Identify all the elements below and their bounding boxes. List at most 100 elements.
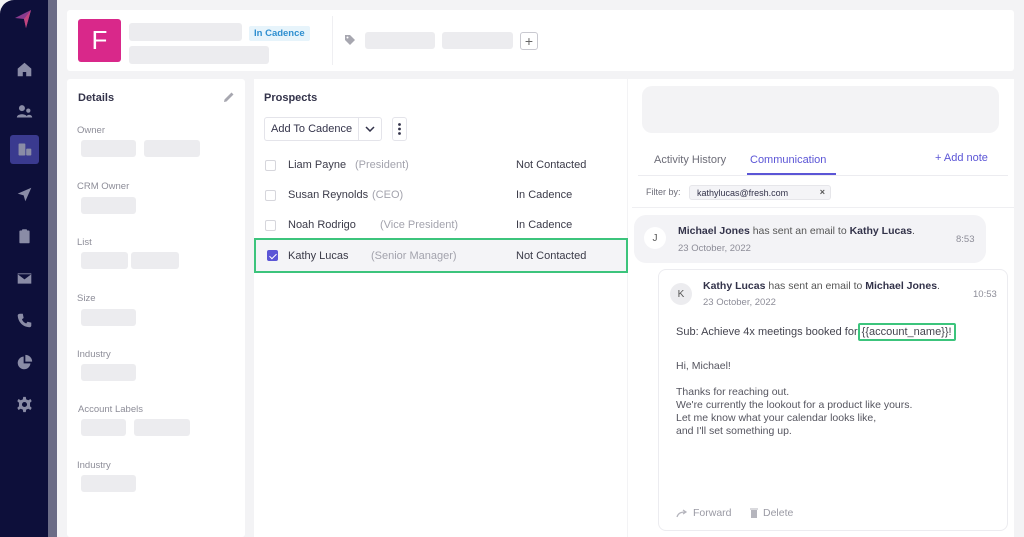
settings-icon[interactable] (10, 390, 39, 419)
account-avatar: F (78, 19, 121, 62)
field-label-industry: Industry (77, 460, 111, 471)
sender-avatar: K (670, 283, 692, 305)
field-value-placeholder (134, 419, 190, 436)
field-value-placeholder (81, 140, 136, 157)
tag-placeholder (442, 32, 513, 49)
field-value-placeholder (81, 475, 136, 492)
send-icon[interactable] (10, 180, 39, 209)
more-options-icon[interactable] (392, 117, 407, 141)
add-to-cadence-button[interactable]: Add To Cadence (264, 117, 359, 141)
message-summary: Kathy Lucas has sent an email to Michael… (703, 280, 940, 292)
field-label-owner: Owner (77, 125, 105, 136)
field-value-placeholder (144, 140, 200, 157)
add-note-button[interactable]: + Add note (935, 152, 988, 164)
prospect-role: (President) (355, 159, 409, 171)
field-value-placeholder (81, 309, 136, 326)
delete-label: Delete (763, 507, 794, 519)
sidebar-edge (48, 0, 57, 537)
field-value-placeholder (81, 197, 136, 214)
sidebar-nav (0, 0, 48, 537)
merge-token-highlight: {{account_name}}! (857, 323, 956, 341)
field-label-size: Size (77, 293, 96, 304)
header-divider (332, 16, 333, 65)
tab-communication[interactable]: Communication (750, 154, 826, 166)
prospect-name: Susan Reynolds (288, 189, 369, 201)
chevron-down-icon[interactable] (358, 117, 383, 141)
prospect-status: In Cadence (516, 219, 573, 231)
message-verb: has sent an email to (749, 225, 850, 237)
message-verb: has sent an email to (765, 280, 866, 292)
tasks-icon[interactable] (10, 222, 39, 251)
account-header: F In Cadence + (67, 10, 1014, 71)
sender-avatar: J (644, 227, 666, 249)
prospect-role: (Vice President) (380, 219, 459, 231)
email-subject: Sub: Achieve 4x meetings booked for {{ac… (676, 323, 956, 341)
message-item[interactable]: J Michael Jones has sent an email to Kat… (634, 215, 986, 263)
prospect-name: Noah Rodrigo (288, 219, 356, 231)
email-body-line: Thanks for reaching out. (676, 386, 790, 398)
forward-label: Forward (693, 507, 732, 519)
reports-icon[interactable] (10, 348, 39, 377)
forward-icon (676, 509, 688, 517)
account-name-placeholder (129, 23, 242, 41)
filter-chip: kathylucas@fresh.com × (689, 185, 831, 200)
prospect-name: Liam Payne (288, 159, 347, 171)
activity-panel: Activity History Communication + Add not… (628, 79, 1014, 537)
field-value-placeholder (81, 252, 128, 269)
prospect-checkbox-checked[interactable] (267, 250, 278, 261)
tag-placeholder (365, 32, 435, 49)
prospect-row[interactable]: Susan Reynolds (CEO) In Cadence (254, 181, 627, 211)
subject-text: Sub: Achieve 4x meetings booked for (676, 326, 861, 338)
close-icon[interactable]: × (820, 187, 825, 197)
prospect-row[interactable]: Noah Rodrigo (Vice President) In Cadence (254, 211, 627, 241)
logo-icon[interactable] (13, 9, 33, 34)
field-value-placeholder (131, 252, 179, 269)
home-icon[interactable] (10, 55, 39, 84)
message-time: 8:53 (956, 234, 975, 245)
message-date: 23 October, 2022 (703, 297, 776, 308)
details-panel: Details Owner CRM Owner List Size Indust… (67, 79, 245, 537)
prospect-role: (CEO) (372, 189, 404, 201)
prospect-status: Not Contacted (516, 250, 587, 262)
prospect-checkbox[interactable] (265, 220, 276, 231)
add-tag-button[interactable]: + (520, 32, 538, 50)
delete-button[interactable]: Delete (750, 507, 793, 519)
prospect-checkbox[interactable] (265, 160, 276, 171)
forward-button[interactable]: Forward (676, 507, 732, 519)
field-value-placeholder (81, 364, 136, 381)
tab-activity-history[interactable]: Activity History (654, 154, 726, 166)
message-summary: Michael Jones has sent an email to Kathy… (678, 225, 915, 237)
recipient-name: Michael Jones (865, 280, 938, 292)
accounts-icon[interactable] (10, 135, 39, 164)
add-to-cadence-group: Add To Cadence (264, 117, 383, 141)
email-body-line: and I'll set something up. (676, 425, 792, 437)
prospects-title: Prospects (264, 92, 318, 104)
field-label-industry: Industry (77, 349, 111, 360)
sender-name: Michael Jones (678, 225, 750, 237)
tabs-divider (638, 175, 1008, 176)
message-time: 10:53 (973, 289, 997, 300)
contacts-icon[interactable] (10, 97, 39, 126)
details-title: Details (78, 92, 115, 104)
email-body-line: Let me know what your calendar looks lik… (676, 412, 877, 424)
filter-divider (632, 207, 1014, 208)
email-body-line: We're currently the lookout for a produc… (676, 399, 913, 411)
prospect-status: Not Contacted (516, 159, 587, 171)
tag-icon (345, 35, 355, 45)
phone-icon[interactable] (10, 306, 39, 335)
prospect-status: In Cadence (516, 189, 573, 201)
prospect-name: Kathy Lucas (288, 250, 349, 262)
prospect-checkbox[interactable] (265, 190, 276, 201)
summary-placeholder (642, 86, 999, 133)
recipient-name: Kathy Lucas (849, 225, 913, 237)
prospects-panel: Prospects Add To Cadence Liam Payne (Pre… (254, 79, 628, 537)
prospect-row[interactable]: Liam Payne (President) Not Contacted (254, 151, 627, 181)
mail-icon[interactable] (10, 264, 39, 293)
field-label-list: List (77, 237, 92, 248)
edit-icon[interactable] (223, 91, 235, 103)
prospect-row-selected[interactable]: Kathy Lucas (Senior Manager) Not Contact… (254, 238, 628, 273)
sender-name: Kathy Lucas (703, 280, 766, 292)
trash-icon (750, 508, 758, 518)
field-label-account-labels: Account Labels (78, 404, 143, 415)
status-badge: In Cadence (249, 26, 310, 41)
